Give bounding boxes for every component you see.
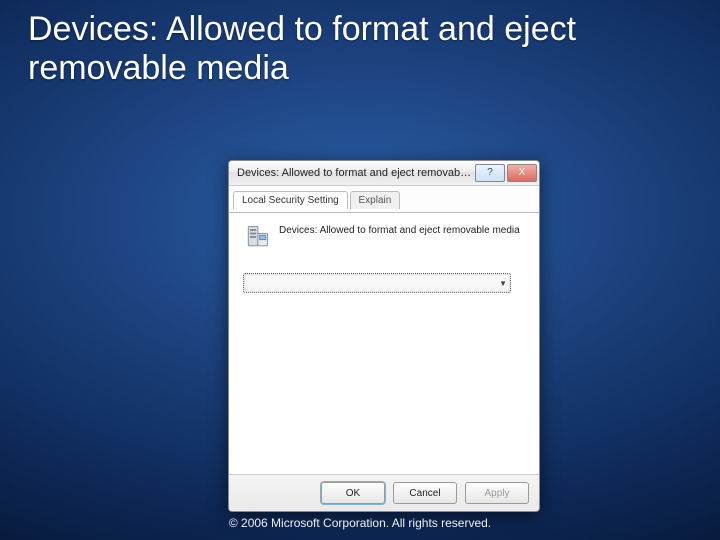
policy-label: Devices: Allowed to format and eject rem… [279,223,520,236]
value-dropdown[interactable]: ▼ [243,273,511,293]
policy-row: Devices: Allowed to format and eject rem… [243,223,525,251]
help-button[interactable]: ? [475,164,505,182]
titlebar-text: Devices: Allowed to format and eject rem… [237,167,473,179]
chevron-down-icon: ▼ [499,279,507,288]
help-icon: ? [487,168,493,178]
server-icon [243,223,271,251]
tab-strip: Local Security Setting Explain [229,190,539,213]
apply-button[interactable]: Apply [465,482,529,504]
window-buttons: ? X [473,164,537,182]
properties-dialog: Devices: Allowed to format and eject rem… [228,160,540,512]
cancel-button[interactable]: Cancel [393,482,457,504]
ok-button[interactable]: OK [321,482,385,504]
dialog-body: Devices: Allowed to format and eject rem… [229,213,539,475]
close-icon: X [519,168,526,178]
tab-explain[interactable]: Explain [350,191,401,209]
copyright-text: © 2006 Microsoft Corporation. All rights… [0,516,720,530]
titlebar[interactable]: Devices: Allowed to format and eject rem… [229,161,539,186]
tab-local-security-setting[interactable]: Local Security Setting [233,191,348,209]
button-bar: OK Cancel Apply [229,474,539,511]
slide-heading: Devices: Allowed to format and eject rem… [28,10,692,88]
close-button[interactable]: X [507,164,537,182]
slide-background: Devices: Allowed to format and eject rem… [0,0,720,540]
